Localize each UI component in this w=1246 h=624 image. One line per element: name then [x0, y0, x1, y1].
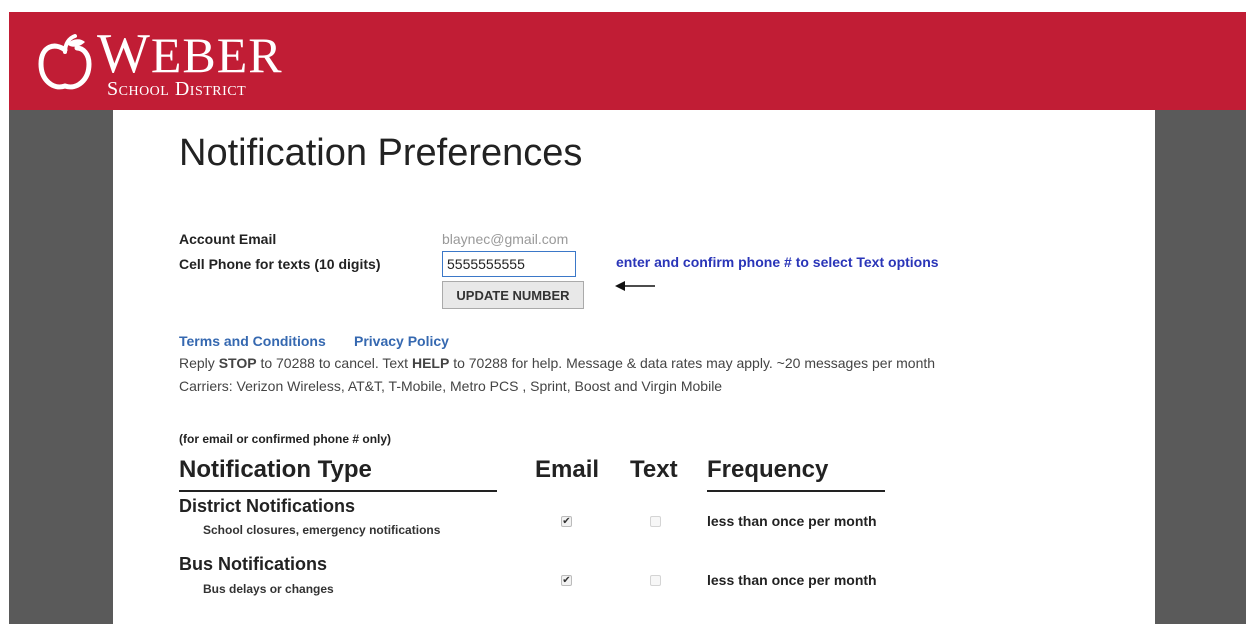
- logo-wordmark: WEBER: [97, 26, 283, 83]
- logo-initial: W: [97, 23, 151, 85]
- stop-keyword: STOP: [218, 355, 257, 371]
- left-arrow-icon: [615, 281, 655, 291]
- text-checkbox[interactable]: [650, 575, 661, 586]
- update-number-button[interactable]: UPDATE NUMBER: [442, 281, 584, 309]
- district-logo[interactable]: WEBER School District: [35, 26, 315, 106]
- row-frequency: less than once per month: [707, 513, 877, 529]
- terms-link[interactable]: Terms and Conditions: [179, 333, 326, 349]
- row-subtitle: School closures, emergency notifications: [203, 523, 441, 537]
- row-title: Bus Notifications: [179, 554, 328, 574]
- logo-subtitle: School District: [107, 78, 247, 100]
- sms-info-suffix: to 70288 for help. Message & data rates …: [449, 355, 936, 371]
- frequency-header-rule: [707, 490, 885, 492]
- type-header-rule: [179, 490, 497, 492]
- row-title: District Notifications: [179, 496, 356, 516]
- main-content: Notification Preferences Account Email b…: [113, 110, 1155, 624]
- privacy-policy-link[interactable]: Privacy Policy: [354, 333, 449, 349]
- row-subtitle: Bus delays or changes: [203, 582, 334, 596]
- text-checkbox[interactable]: [650, 516, 661, 527]
- row-frequency: less than once per month: [707, 572, 877, 588]
- table-note: (for email or confirmed phone # only): [179, 432, 392, 446]
- cell-phone-label: Cell Phone for texts (10 digits): [179, 256, 381, 272]
- help-keyword: HELP: [411, 355, 450, 371]
- col-notification-type: Notification Type: [179, 456, 372, 483]
- page-title: Notification Preferences: [179, 132, 583, 174]
- phone-hint: enter and confirm phone # to select Text…: [616, 254, 939, 270]
- col-email: Email: [535, 456, 600, 483]
- cell-phone-input[interactable]: [442, 251, 576, 277]
- sms-info-line: Reply STOP to 70288 to cancel. Text HELP…: [179, 355, 935, 371]
- sms-info-prefix: Reply: [179, 355, 219, 371]
- email-checkbox[interactable]: ✔: [561, 516, 572, 527]
- carriers-line: Carriers: Verizon Wireless, AT&T, T-Mobi…: [179, 378, 723, 394]
- apple-logo-icon: [38, 34, 92, 90]
- logo-rest: EBER: [150, 27, 283, 83]
- account-email-label: Account Email: [179, 231, 277, 247]
- col-text: Text: [630, 456, 678, 483]
- col-frequency: Frequency: [707, 456, 829, 483]
- site-header: WEBER School District: [9, 12, 1246, 110]
- account-email-value: blaynec@gmail.com: [442, 231, 569, 247]
- sms-info-mid: to 70288 to cancel. Text: [256, 355, 412, 371]
- email-checkbox[interactable]: ✔: [561, 575, 572, 586]
